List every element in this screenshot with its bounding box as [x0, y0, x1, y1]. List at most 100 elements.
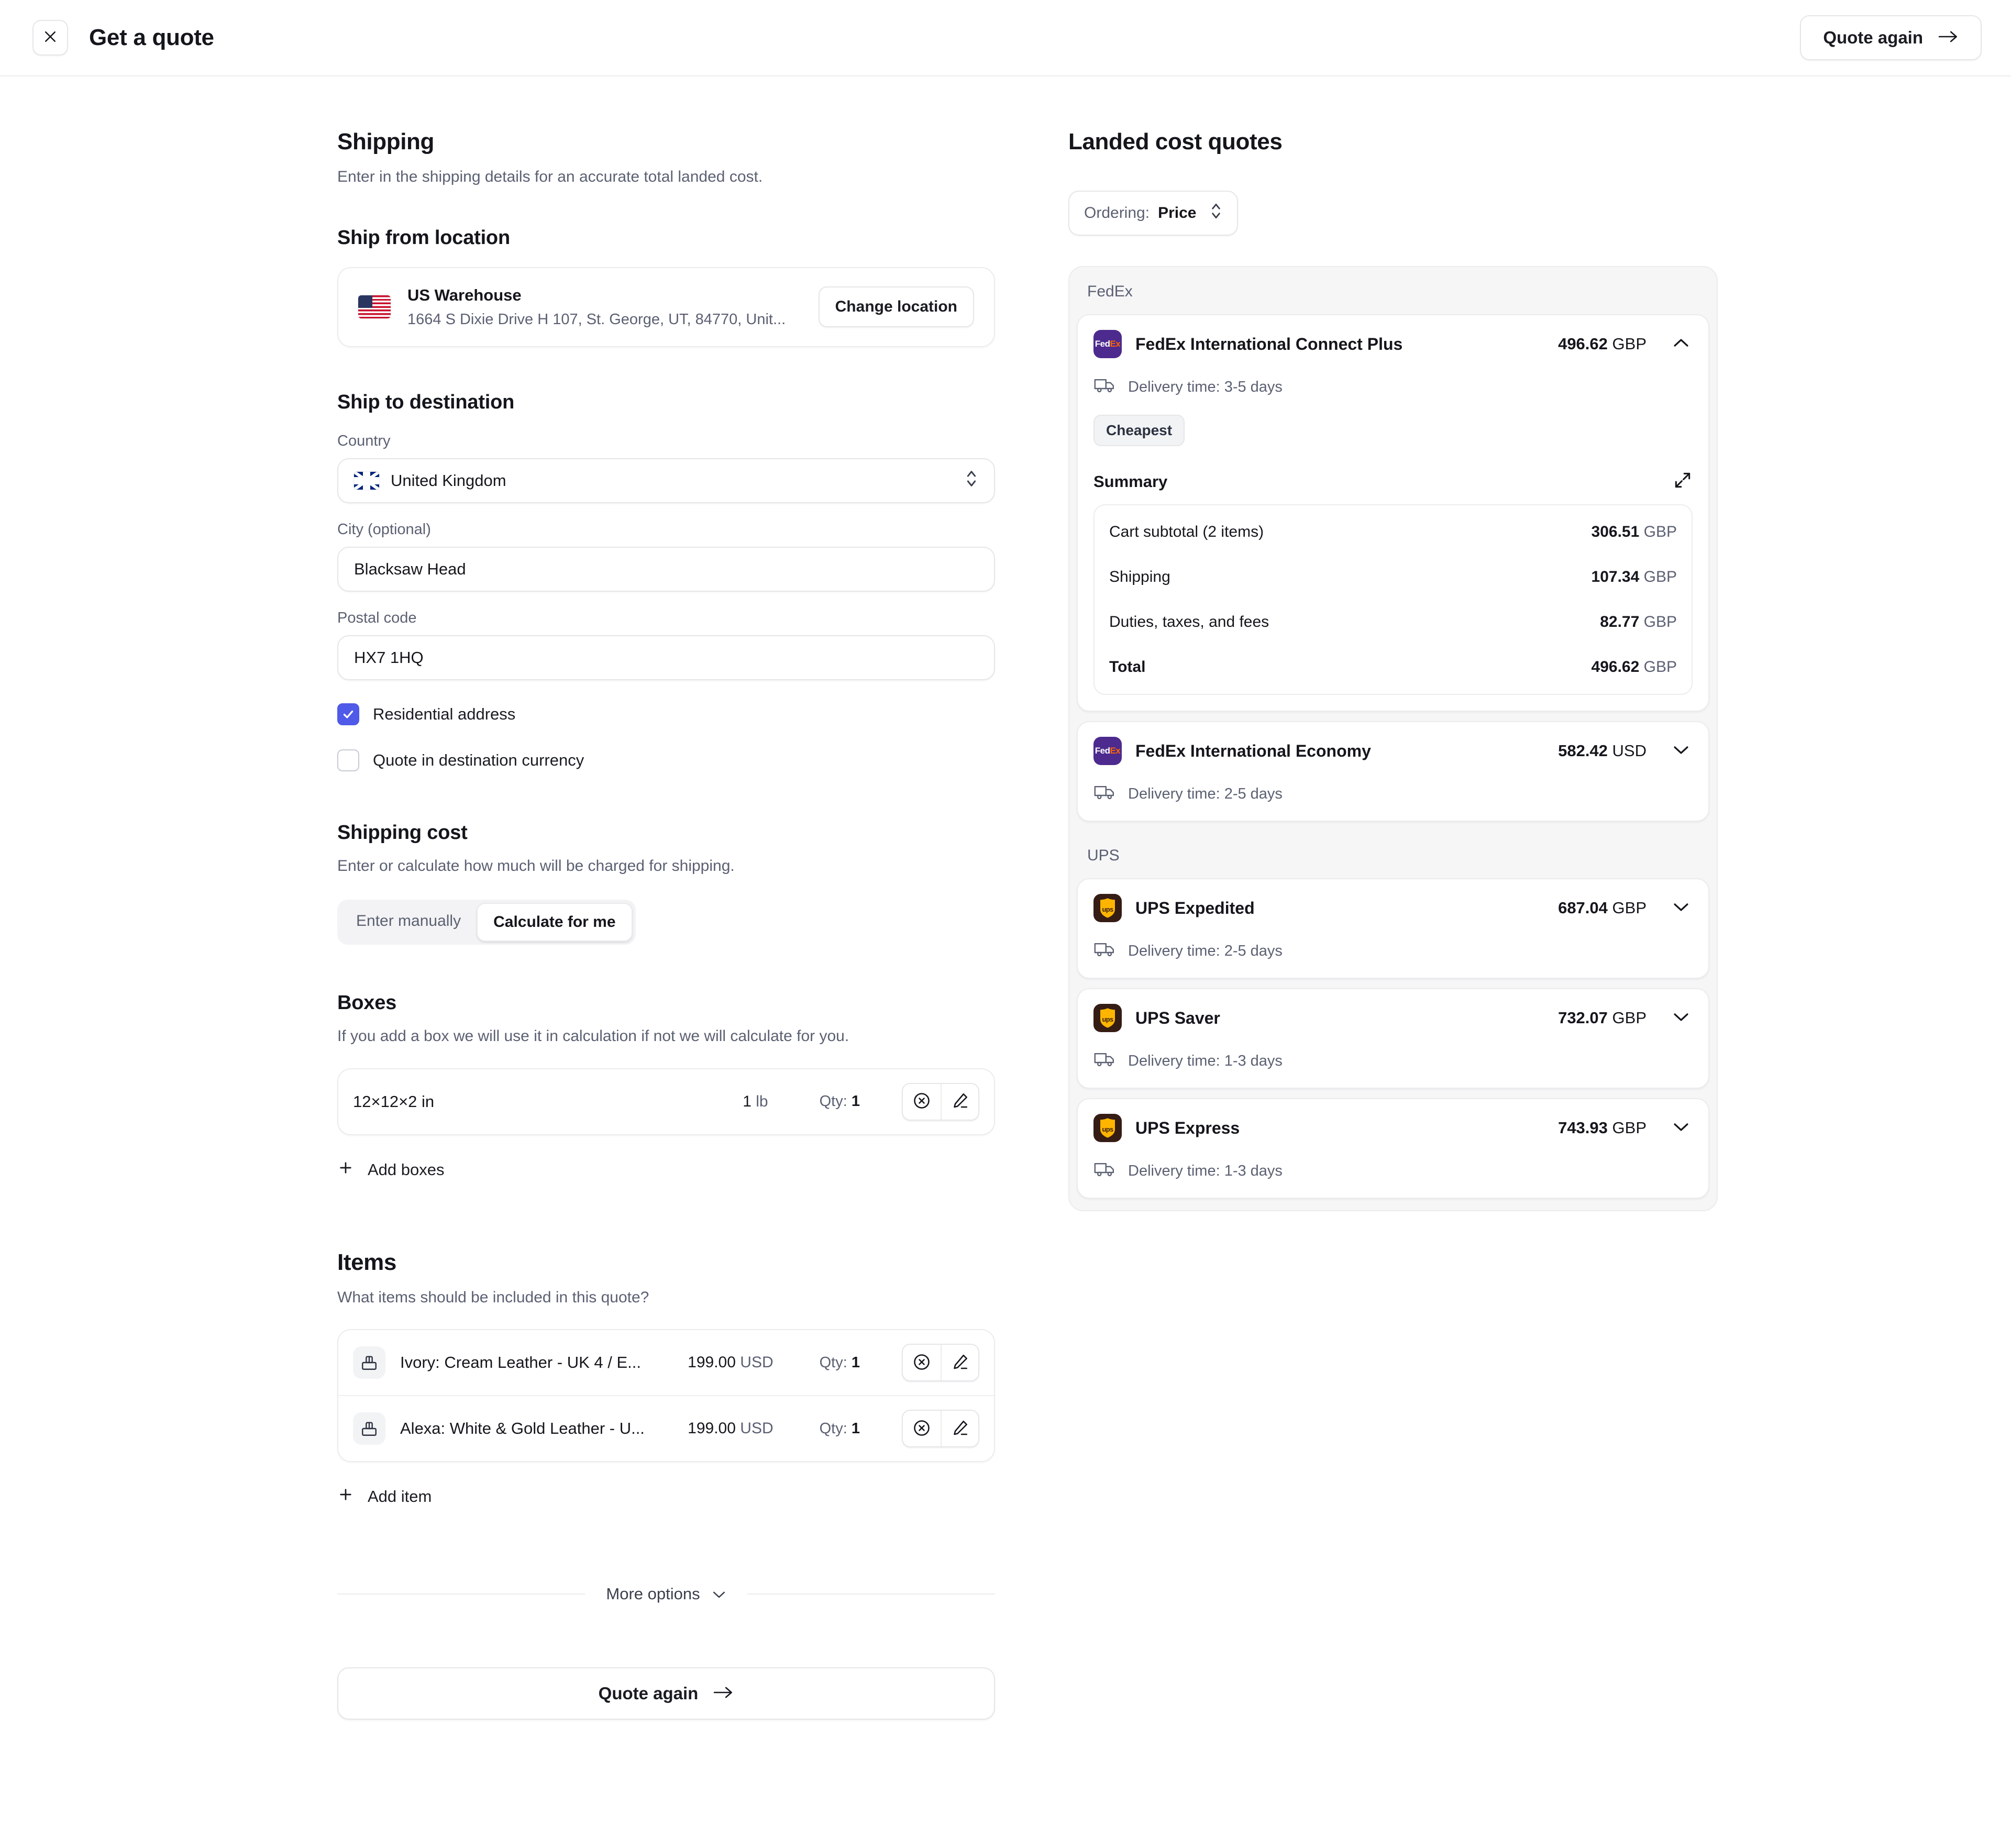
- expand-quote-button[interactable]: [1670, 744, 1693, 758]
- quote-again-top-label: Quote again: [1823, 28, 1923, 47]
- delivery-time: Delivery time: 3-5 days: [1093, 376, 1693, 398]
- chevron-down-icon: [1672, 744, 1690, 758]
- quote-card-fedex-economy[interactable]: Fed Ex FedEx International Economy 582.42…: [1077, 721, 1709, 822]
- quote-price-currency: GBP: [1612, 1119, 1647, 1137]
- box-row-actions: [902, 1082, 979, 1121]
- close-button[interactable]: [32, 20, 68, 56]
- divider-right: [747, 1594, 995, 1595]
- item-price-value: 199.00: [688, 1420, 736, 1437]
- delivery-time-text: Delivery time: 1-3 days: [1128, 1052, 1283, 1069]
- quote-card-ups-express[interactable]: ups UPS Express 743.93 GBP Delivery time…: [1077, 1098, 1709, 1199]
- truck-icon: [1093, 940, 1115, 962]
- quote-header: ups UPS Saver 732.07 GBP: [1093, 1004, 1693, 1032]
- edit-item-button[interactable]: [941, 1411, 978, 1446]
- summary-value: 107.34 GBP: [1592, 568, 1677, 586]
- item-qty-label: Qty:: [819, 1354, 847, 1371]
- delivery-time: Delivery time: 1-3 days: [1093, 1050, 1693, 1072]
- pencil-icon: [951, 1091, 969, 1112]
- calculate-for-me-option[interactable]: Calculate for me: [477, 903, 633, 942]
- expand-quote-button[interactable]: [1670, 901, 1693, 915]
- city-field: City (optional) Blacksaw Head: [337, 521, 995, 592]
- chevron-down-icon: [1672, 1121, 1690, 1135]
- quote-header: ups UPS Express 743.93 GBP: [1093, 1114, 1693, 1142]
- delete-box-button[interactable]: [903, 1083, 941, 1120]
- quote-price-value: 687.04: [1558, 899, 1608, 917]
- summary-header: Summary: [1093, 470, 1693, 493]
- summary-currency: GBP: [1643, 613, 1677, 630]
- box-weight-value: 1: [743, 1092, 752, 1110]
- residential-address-checkbox-row[interactable]: Residential address: [337, 703, 995, 725]
- add-item-button[interactable]: Add item: [337, 1486, 432, 1507]
- quote-price-currency: USD: [1612, 742, 1647, 760]
- svg-text:ups: ups: [1102, 1015, 1113, 1023]
- destination-currency-checkbox-row[interactable]: Quote in destination currency: [337, 749, 995, 771]
- country-label: Country: [337, 432, 391, 449]
- expand-quote-button[interactable]: [1670, 1011, 1693, 1025]
- quote-price-currency: GBP: [1612, 335, 1647, 353]
- more-options-toggle[interactable]: More options: [606, 1585, 726, 1603]
- shipping-cost-heading: Shipping cost: [337, 821, 468, 844]
- enter-manually-option[interactable]: Enter manually: [340, 903, 477, 942]
- summary-row-shipping: Shipping 107.34 GBP: [1109, 555, 1677, 600]
- expand-quote-button[interactable]: [1670, 1121, 1693, 1135]
- quote-price-currency: GBP: [1612, 1009, 1647, 1027]
- fedex-logo-icon: Fed Ex: [1093, 330, 1122, 358]
- quote-price-value: 582.42: [1558, 742, 1608, 760]
- quote-card-fedex-connect-plus[interactable]: Fed Ex FedEx International Connect Plus 4…: [1077, 314, 1709, 712]
- arrow-right-icon: [713, 1684, 734, 1703]
- truck-icon: [1093, 376, 1115, 398]
- edit-item-button[interactable]: [941, 1345, 978, 1380]
- city-label: City (optional): [337, 521, 431, 538]
- quote-header: Fed Ex FedEx International Connect Plus 4…: [1093, 330, 1693, 358]
- quote-price: 496.62 GBP: [1558, 335, 1647, 353]
- more-options-label: More options: [606, 1585, 700, 1603]
- delete-item-button[interactable]: [903, 1345, 941, 1380]
- quote-price-value: 496.62: [1558, 335, 1608, 353]
- destination-currency-label: Quote in destination currency: [373, 750, 584, 769]
- quote-card-ups-expedited[interactable]: ups UPS Expedited 687.04 GBP Delivery ti…: [1077, 878, 1709, 979]
- summary-label: Cart subtotal (2 items): [1109, 523, 1264, 540]
- destination-currency-checkbox[interactable]: [337, 749, 359, 771]
- summary-value: 82.77 GBP: [1600, 613, 1677, 631]
- uk-flag-icon: [354, 471, 379, 490]
- page-title: Get a quote: [89, 25, 214, 50]
- quote-again-button-top[interactable]: Quote again: [1800, 15, 1982, 60]
- expand-summary-button[interactable]: [1673, 470, 1693, 493]
- quote-again-button-bottom[interactable]: Quote again: [337, 1667, 995, 1720]
- country-select[interactable]: United Kingdom: [337, 458, 995, 503]
- country-value: United Kingdom: [391, 471, 506, 490]
- summary-row-duties-taxes-fees: Duties, taxes, and fees 82.77 GBP: [1109, 600, 1677, 645]
- summary-amount: 107.34: [1591, 568, 1640, 585]
- quote-name: UPS Express: [1135, 1118, 1240, 1137]
- item-name: Alexa: White & Gold Leather - U...: [400, 1419, 645, 1437]
- edit-box-button[interactable]: [941, 1083, 978, 1120]
- postal-input[interactable]: HX7 1HQ: [337, 635, 995, 680]
- top-bar: Get a quote Quote again: [0, 0, 2011, 76]
- city-input[interactable]: Blacksaw Head: [337, 546, 995, 592]
- item-qty-value: 1: [851, 1354, 860, 1371]
- country-field: Country United Kingdom: [337, 433, 995, 503]
- ups-logo-icon: ups: [1093, 1114, 1122, 1142]
- delete-item-button[interactable]: [903, 1411, 941, 1446]
- residential-address-checkbox[interactable]: [337, 703, 359, 725]
- quote-name: UPS Saver: [1135, 1008, 1220, 1027]
- item-qty: Qty: 1: [820, 1354, 860, 1371]
- summary-label: Total: [1109, 658, 1146, 676]
- items-heading: Items: [337, 1249, 396, 1275]
- item-price-value: 199.00: [688, 1354, 736, 1371]
- ship-from-card: US Warehouse 1664 S Dixie Drive H 107, S…: [337, 267, 995, 347]
- quote-card-ups-saver[interactable]: ups UPS Saver 732.07 GBP Delivery time: …: [1077, 988, 1709, 1089]
- svg-text:ups: ups: [1102, 1125, 1113, 1133]
- shipping-column: Shipping Enter in the shipping details f…: [337, 129, 995, 1720]
- box-weight: 1 lb: [743, 1093, 768, 1111]
- quote-price: 732.07 GBP: [1558, 1009, 1647, 1027]
- collapse-quote-button[interactable]: [1670, 337, 1693, 351]
- change-location-button[interactable]: Change location: [818, 286, 974, 327]
- truck-icon: [1093, 1160, 1115, 1182]
- delivery-time-text: Delivery time: 2-5 days: [1128, 942, 1283, 959]
- truck-icon: [1093, 1050, 1115, 1072]
- summary-value: 306.51 GBP: [1592, 523, 1677, 541]
- add-boxes-button[interactable]: Add boxes: [337, 1159, 445, 1180]
- item-qty-value: 1: [851, 1420, 860, 1437]
- ordering-select[interactable]: Ordering: Price: [1068, 191, 1239, 236]
